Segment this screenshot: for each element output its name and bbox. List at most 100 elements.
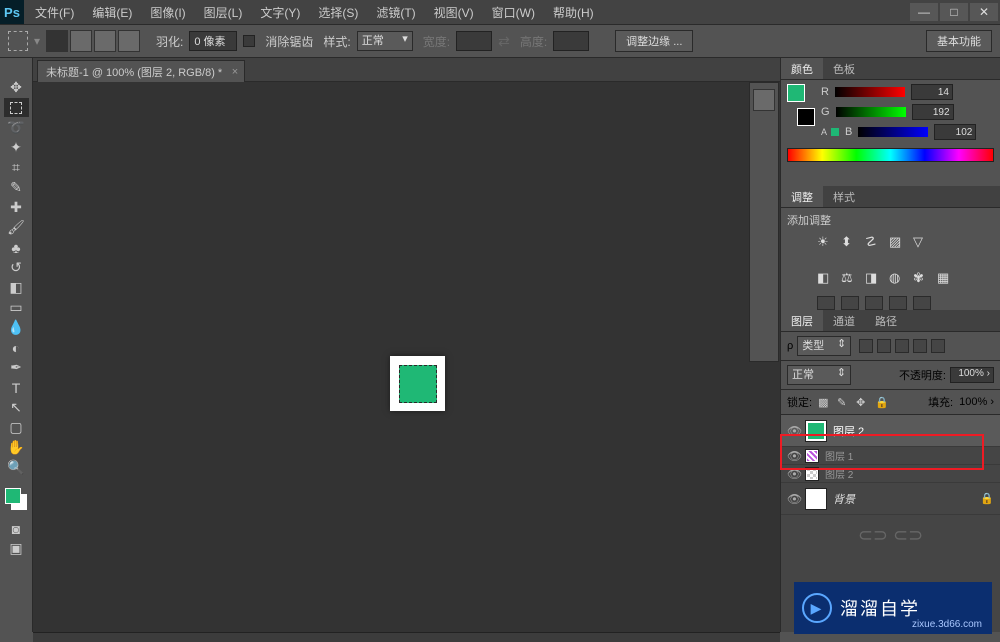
layer-name[interactable]: 图层 1 [825, 448, 853, 463]
shape-tool[interactable]: ▢ [4, 418, 29, 437]
minimize-button[interactable]: — [910, 3, 938, 21]
layer-thumb[interactable] [805, 467, 819, 481]
b-slider[interactable] [858, 127, 928, 137]
tab-paths[interactable]: 路径 [865, 310, 907, 331]
hand-tool[interactable]: ✋ [4, 438, 29, 457]
tab-styles[interactable]: 样式 [823, 186, 865, 207]
menu-file[interactable]: 文件(F) [28, 2, 81, 23]
adj-threshold-icon[interactable] [865, 296, 883, 310]
adj-colorlookup-icon[interactable]: ▦ [937, 270, 953, 286]
tab-color[interactable]: 颜色 [781, 58, 823, 79]
screenmode-tool[interactable]: ▣ [4, 539, 29, 558]
r-input[interactable] [911, 84, 953, 100]
menu-select[interactable]: 选择(S) [311, 2, 365, 23]
layer-thumb[interactable] [805, 420, 827, 442]
layer-row-layer2[interactable]: 👁 图层 2 [781, 415, 1000, 447]
adj-exposure-icon[interactable]: ▨ [889, 234, 905, 250]
lock-all-icon[interactable]: 🔒 [875, 396, 888, 409]
style-select[interactable]: 正常 ▾ [357, 31, 413, 51]
adj-posterize-icon[interactable] [841, 296, 859, 310]
dodge-tool[interactable]: ◐ [4, 338, 29, 357]
magic-wand-tool[interactable]: ✦ [4, 138, 29, 157]
fill-input[interactable]: 100% › [959, 396, 994, 408]
color-swatches[interactable] [3, 486, 29, 512]
tab-channels[interactable]: 通道 [823, 310, 865, 331]
stamp-tool[interactable]: ♣ [4, 238, 29, 257]
r-slider[interactable] [835, 87, 905, 97]
layer-row-bg[interactable]: 👁 背景 🔒 [781, 483, 1000, 515]
g-input[interactable] [912, 104, 954, 120]
layer-name[interactable]: 背景 [833, 491, 855, 507]
adj-bw-icon[interactable]: ◨ [865, 270, 881, 286]
canvas[interactable] [33, 82, 780, 632]
collapse-dock-icon[interactable] [753, 89, 775, 111]
filter-smart-icon[interactable] [931, 339, 945, 353]
type-tool[interactable]: T [4, 378, 29, 397]
filter-adjust-icon[interactable] [877, 339, 891, 353]
layer-row-layer2-dup[interactable]: 👁 图层 2 [781, 465, 1000, 483]
crop-tool[interactable]: ⌗ [4, 158, 29, 177]
sel-subtract-icon[interactable] [94, 30, 116, 52]
lasso-tool[interactable]: ➰ [4, 118, 29, 137]
quickmask-tool[interactable]: ◙ [4, 519, 29, 538]
visibility-icon[interactable]: 👁 [787, 424, 799, 438]
sel-new-icon[interactable] [46, 30, 68, 52]
bg-swatch-icon[interactable] [797, 108, 815, 126]
blend-mode-select[interactable]: 正常 ⇕ [787, 365, 851, 385]
visibility-icon[interactable]: 👁 [787, 467, 799, 481]
eraser-tool[interactable]: ◧ [4, 278, 29, 297]
adj-gradientmap-icon[interactable] [889, 296, 907, 310]
adj-balance-icon[interactable]: ⚖ [841, 270, 857, 286]
filter-pixel-icon[interactable] [859, 339, 873, 353]
current-tool-icon[interactable] [8, 31, 28, 51]
tab-swatches[interactable]: 色板 [823, 58, 865, 79]
path-select-tool[interactable]: ↖ [4, 398, 29, 417]
antialias-checkbox[interactable] [243, 35, 255, 47]
fg-swatch-icon[interactable] [787, 84, 805, 102]
menu-image[interactable]: 图像(I) [143, 2, 192, 23]
refine-edge-button[interactable]: 调整边缘 ... [615, 30, 693, 52]
zoom-tool[interactable]: 🔍 [4, 458, 29, 477]
maximize-button[interactable]: □ [940, 3, 968, 21]
healing-brush-tool[interactable]: ✚ [4, 198, 29, 217]
doc-tab[interactable]: 未标题-1 @ 100% (图层 2, RGB/8) * × [37, 60, 245, 82]
foreground-color-swatch[interactable] [5, 488, 21, 504]
artboard[interactable] [390, 356, 445, 411]
menu-type[interactable]: 文字(Y) [253, 2, 307, 23]
adj-invert-icon[interactable] [817, 296, 835, 310]
lock-position-icon[interactable]: ✥ [856, 396, 869, 409]
marquee-tool[interactable] [4, 98, 29, 117]
adj-curves-icon[interactable]: ☡ [865, 234, 881, 250]
visibility-icon[interactable]: 👁 [787, 449, 799, 463]
workspace-button[interactable]: 基本功能 [926, 30, 992, 52]
gradient-tool[interactable]: ▭ [4, 298, 29, 317]
menu-help[interactable]: 帮助(H) [546, 2, 601, 23]
layer-name[interactable]: 图层 2 [833, 423, 864, 439]
brush-tool[interactable]: 🖌 [4, 218, 29, 237]
feather-input[interactable] [189, 31, 237, 51]
layer-row-layer1[interactable]: 👁 图层 1 [781, 447, 1000, 465]
adj-channelmixer-icon[interactable]: ✾ [913, 270, 929, 286]
h-scrollbar[interactable] [33, 632, 780, 642]
close-doc-icon[interactable]: × [232, 66, 238, 78]
layer-thumb[interactable] [805, 449, 819, 463]
close-button[interactable]: ✕ [970, 3, 998, 21]
menu-window[interactable]: 窗口(W) [485, 2, 542, 23]
layer-filter-type[interactable]: 类型 ⇕ [797, 336, 851, 356]
sel-add-icon[interactable] [70, 30, 92, 52]
g-slider[interactable] [836, 107, 906, 117]
filter-type-icon[interactable] [895, 339, 909, 353]
adj-levels-icon[interactable]: ⬍ [841, 234, 857, 250]
lock-transparent-icon[interactable]: ▩ [818, 396, 831, 409]
sel-intersect-icon[interactable] [118, 30, 140, 52]
layer-name[interactable]: 图层 2 [825, 466, 853, 481]
menu-layer[interactable]: 图层(L) [197, 2, 250, 23]
adj-selectivecolor-icon[interactable] [913, 296, 931, 310]
tab-adjustments[interactable]: 调整 [781, 186, 823, 207]
history-brush-tool[interactable]: ↺ [4, 258, 29, 277]
b-input[interactable] [934, 124, 976, 140]
menu-filter[interactable]: 滤镜(T) [369, 2, 422, 23]
layer-thumb[interactable] [805, 488, 827, 510]
visibility-icon[interactable]: 👁 [787, 492, 799, 506]
color-swatch-block[interactable] [787, 84, 815, 126]
